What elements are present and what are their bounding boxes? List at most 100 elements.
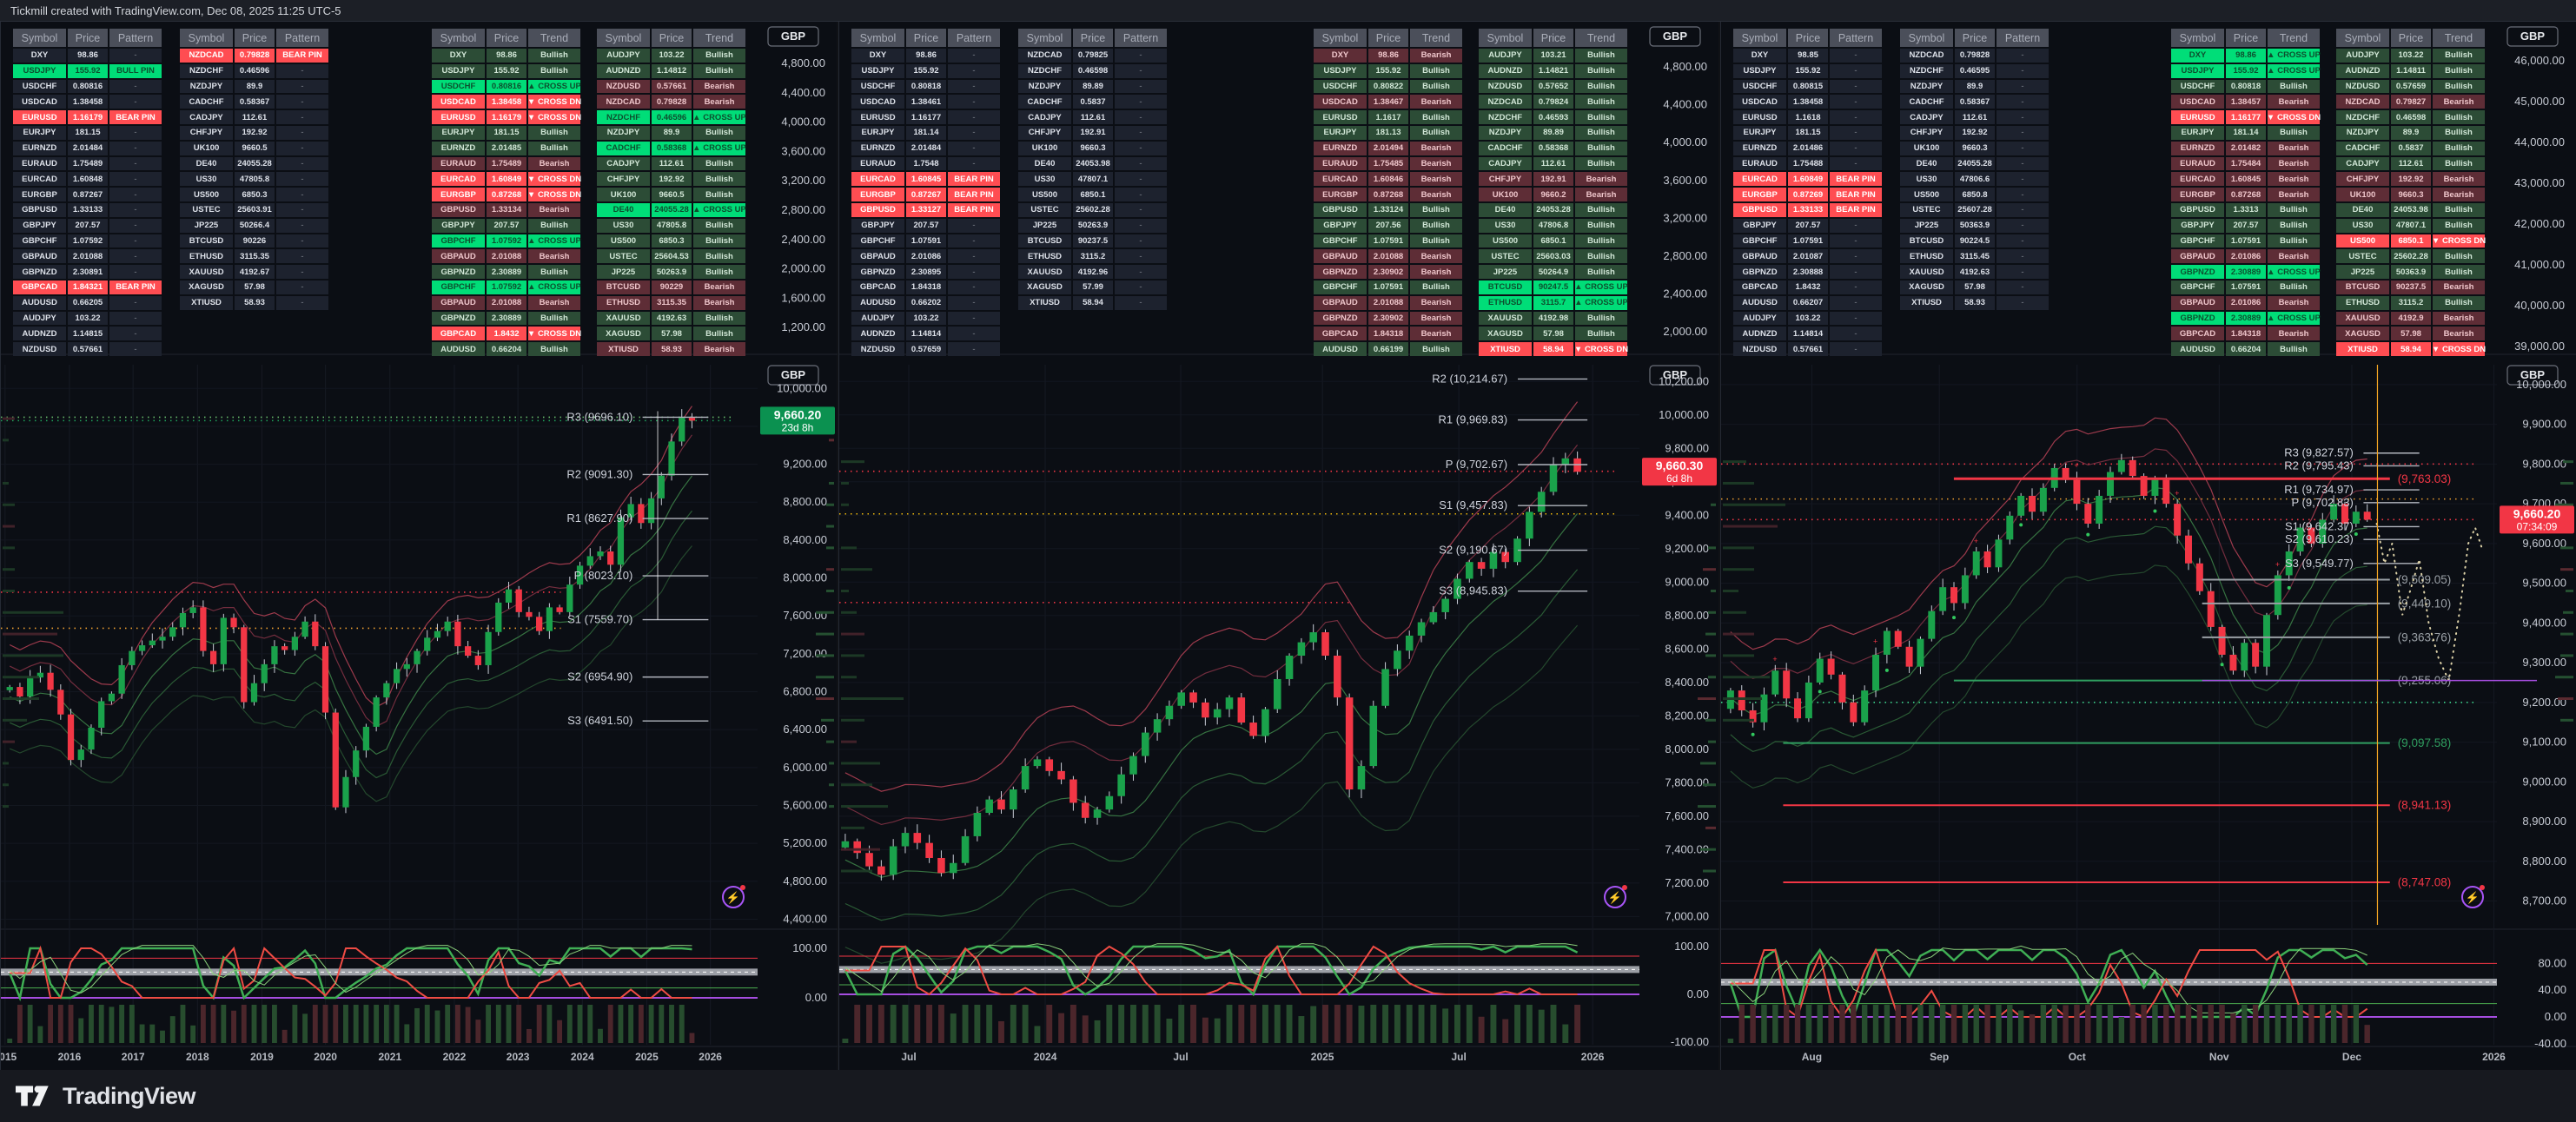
svg-text:S2 (9,610.23): S2 (9,610.23) <box>2285 532 2354 545</box>
price-cell: 192.91 <box>1073 126 1113 140</box>
symbol-cell: DE40 <box>1900 157 1953 171</box>
symbol-cell: USDCHF <box>13 80 66 94</box>
pattern-screener-table-2: SymbolPricePatternNZDCAD0.79825-NZDCHF0.… <box>1018 29 1167 310</box>
trend-screener-table-1: SymbolPriceTrendDXY98.86BearishUSDJPY155… <box>1314 29 1462 356</box>
signal-cell: - <box>1115 219 1167 233</box>
top-pane-currency-button[interactable]: GBP <box>2507 27 2558 46</box>
symbol-cell: XAGUSD <box>1018 280 1071 294</box>
chart-panel-2[interactable]: SymbolPricePatternDXY98.86-USDJPY155.92-… <box>838 22 1718 1070</box>
signal-cell: - <box>1115 110 1167 124</box>
symbol-cell: EURCAD <box>1733 172 1786 186</box>
column-header: Symbol <box>13 29 66 47</box>
price-cell: 2.30889 <box>2226 265 2266 279</box>
date-axis[interactable]: 2015201620172018201920202021202220232024… <box>1 1051 722 1063</box>
price-axis[interactable]: 10,000.009,600.009,200.008,800.008,400.0… <box>777 381 827 925</box>
top-pane-currency-button[interactable]: GBP <box>768 27 818 46</box>
price-cell: 24053.28 <box>1533 203 1573 217</box>
price-cell: 0.80816 <box>487 80 526 94</box>
signal-cell: Bullish <box>2433 203 2485 217</box>
price-axis[interactable]: 10,200.0010,000.009,800.009,600.009,400.… <box>1659 374 1709 922</box>
signal-cell: ▲ CROSS UP <box>2268 265 2320 279</box>
price-cell: 1.38461 <box>906 95 946 109</box>
signal-cell: Bullish <box>2268 280 2320 294</box>
price-cell: 98.86 <box>2226 49 2266 63</box>
symbol-cell: US30 <box>1900 172 1953 186</box>
symbol-cell: EURUSD <box>432 110 485 124</box>
signal-cell: Bullish <box>693 64 745 78</box>
price-cell: 1.33133 <box>1788 203 1828 217</box>
price-cell: 0.87267 <box>906 188 946 201</box>
chart-panel-3[interactable]: SymbolPricePatternDXY98.85-USDJPY155.92-… <box>1720 22 2576 1070</box>
indicator-logo-icon[interactable]: ⚡ <box>723 885 745 908</box>
signal-cell: Bullish <box>1575 203 1627 217</box>
indicator-logo-icon[interactable]: ⚡ <box>1605 885 1627 908</box>
price-axis[interactable]: 10,000.009,900.009,800.009,700.009,600.0… <box>2516 378 2566 908</box>
footer-brand[interactable]: TradingView <box>63 1083 195 1110</box>
price-cell: 192.92 <box>235 126 275 140</box>
symbol-cell: CHFJPY <box>1018 126 1071 140</box>
svg-text:+: + <box>2074 461 2078 470</box>
signal-cell: Bullish <box>528 312 580 326</box>
symbol-cell: JP225 <box>180 219 233 233</box>
symbol-cell: XAUUSD <box>597 312 650 326</box>
price-cell: 0.46596 <box>652 110 692 124</box>
indicator-logo-icon[interactable]: ⚡ <box>2462 885 2485 908</box>
trend-screener-table-2: SymbolPriceTrendAUDJPY103.21BullishAUDNZ… <box>1479 29 1627 356</box>
price-cell: 0.79828 <box>652 95 692 109</box>
price-cell: 155.92 <box>906 64 946 78</box>
symbol-cell: GBPJPY <box>1314 219 1367 233</box>
price-cell: 1.14811 <box>2391 64 2431 78</box>
signal-cell: - <box>1115 265 1167 279</box>
symbol-cell: NZDCAD <box>180 49 233 63</box>
svg-text:4,400.00: 4,400.00 <box>1663 98 1707 111</box>
price-cell: 57.98 <box>2391 327 2431 340</box>
price-cell: 1.1617 <box>1368 110 1408 124</box>
svg-text:S2 (6954.90): S2 (6954.90) <box>567 670 632 683</box>
chart-panel-1[interactable]: SymbolPricePatternDXY98.86-USDJPY155.92B… <box>0 22 837 1070</box>
price-cell: 47807.1 <box>2391 219 2431 233</box>
symbol-cell: USDCHF <box>851 80 904 94</box>
signal-cell: ▲ CROSS UP <box>528 234 580 248</box>
symbol-cell: XAUUSD <box>180 265 233 279</box>
svg-text:1,200.00: 1,200.00 <box>781 320 825 333</box>
price-cell: 1.16177 <box>2226 110 2266 124</box>
signal-cell: - <box>1997 234 2049 248</box>
date-axis[interactable]: Jul2024Jul2025Jul2026 <box>901 1051 1604 1063</box>
price-cell: 90237.5 <box>1073 234 1113 248</box>
signal-cell: - <box>1830 95 1882 109</box>
price-cell: 1.38457 <box>2226 95 2266 109</box>
svg-text:2025: 2025 <box>635 1051 659 1063</box>
price-cell: 155.92 <box>68 64 108 78</box>
symbol-cell: DE40 <box>597 203 650 217</box>
signal-cell: - <box>109 296 162 310</box>
signal-cell: Bullish <box>1575 142 1627 155</box>
svg-text:4,000.00: 4,000.00 <box>1663 135 1707 148</box>
signal-cell: - <box>1830 110 1882 124</box>
price-cell: 89.9 <box>235 80 275 94</box>
price-cell: 112.61 <box>652 157 692 171</box>
pattern-screener-table-2: SymbolPricePatternNZDCAD0.79828-NZDCHF0.… <box>1900 29 2049 310</box>
signal-cell: Bullish <box>528 64 580 78</box>
price-cell: 1.60849 <box>1788 172 1828 186</box>
symbol-cell: ETHUSD <box>180 249 233 263</box>
price-cell: 1.14814 <box>906 327 946 340</box>
signal-cell: - <box>1997 110 2049 124</box>
svg-text:9,800.00: 9,800.00 <box>2522 457 2566 470</box>
symbol-cell: AUDUSD <box>1314 342 1367 356</box>
signal-cell: Bearish <box>2433 172 2485 186</box>
column-header: Pattern <box>109 29 162 47</box>
symbol-cell: ETHUSD <box>1900 249 1953 263</box>
trend-screener-table-2: SymbolPriceTrendAUDJPY103.22BullishAUDNZ… <box>2336 29 2485 356</box>
symbol-cell: AUDJPY <box>597 49 650 63</box>
symbol-cell: EURUSD <box>13 110 66 124</box>
symbol-cell: GBPAUD <box>2171 296 2224 310</box>
symbol-cell: DXY <box>2171 49 2224 63</box>
symbol-cell: XAGUSD <box>180 280 233 294</box>
date-axis[interactable]: AugSepOctNovDec2026 <box>1802 1051 2506 1063</box>
top-pane-currency-button[interactable]: GBP <box>1650 27 1700 46</box>
tradingview-logo-icon[interactable] <box>16 1083 52 1109</box>
svg-text:+: + <box>1772 655 1777 663</box>
symbol-cell: CHFJPY <box>180 126 233 140</box>
price-cell: 57.98 <box>1533 327 1573 340</box>
column-header: Price <box>235 29 275 47</box>
